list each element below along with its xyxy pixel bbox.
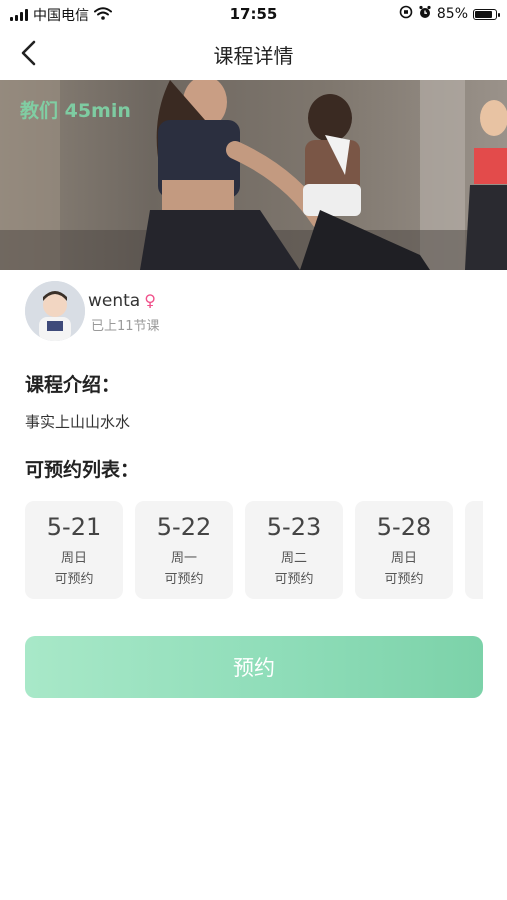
course-banner-image: 教们 45min [0, 80, 507, 270]
schedule-date-card[interactable]: 5-21 周日可预约 [25, 501, 123, 599]
page-title: 课程详情 [213, 44, 294, 68]
schedule-date-card[interactable]: 5-28 周日可预约 [355, 501, 453, 599]
schedule-date-card-partial[interactable] [465, 501, 483, 599]
teacher-name: wenta [88, 291, 141, 311]
availability-status: 可预约 [54, 572, 94, 587]
teacher-info[interactable]: wenta ♀ 已上11节课 [25, 281, 160, 343]
teacher-name-row: wenta ♀ [88, 291, 160, 311]
nav-bar: 课程详情 [0, 28, 507, 78]
weekday-label: 周日 [60, 551, 87, 566]
battery-icon [473, 8, 500, 20]
status-bar: 中国电信 17:55 85% [0, 0, 507, 28]
avatar[interactable] [25, 281, 85, 341]
course-intro-text: 事实上山山水水 [25, 413, 131, 431]
weekday-label: 周一 [170, 551, 197, 566]
avatar-photo [25, 281, 85, 341]
alarm-icon [418, 5, 432, 23]
date-label: 5-21 [46, 513, 102, 541]
female-icon: ♀ [144, 291, 156, 310]
availability-status: 可预约 [274, 572, 314, 587]
battery-percent: 85% [436, 6, 468, 22]
schedule-date-card[interactable]: 5-23 周二可预约 [245, 501, 343, 599]
battery-level [475, 10, 492, 18]
schedule-heading: 可预约列表： [25, 459, 140, 481]
weekday-label: 周日 [390, 551, 417, 566]
schedule-list[interactable]: 5-21 周日可预约 5-22 周一可预约 5-23 周二可预约 5-28 周日可预约 [25, 501, 483, 601]
status-right: 85% [399, 5, 500, 23]
course-intro-heading: 课程介绍： [25, 374, 121, 396]
banner-caption: 教们 45min [20, 100, 131, 122]
teacher-text: wenta ♀ 已上11节课 [88, 281, 160, 334]
availability-status: 可预约 [164, 572, 204, 587]
date-label: 5-23 [266, 513, 322, 541]
weekday-label: 周二 [280, 551, 307, 566]
availability-status: 可预约 [384, 572, 424, 587]
teacher-lessons-count: 已上11节课 [91, 319, 160, 334]
date-label: 5-28 [376, 513, 432, 541]
book-button[interactable]: 预约 [25, 636, 483, 698]
rotation-lock-icon [399, 5, 413, 23]
date-label: 5-22 [156, 513, 212, 541]
schedule-date-card[interactable]: 5-22 周一可预约 [135, 501, 233, 599]
